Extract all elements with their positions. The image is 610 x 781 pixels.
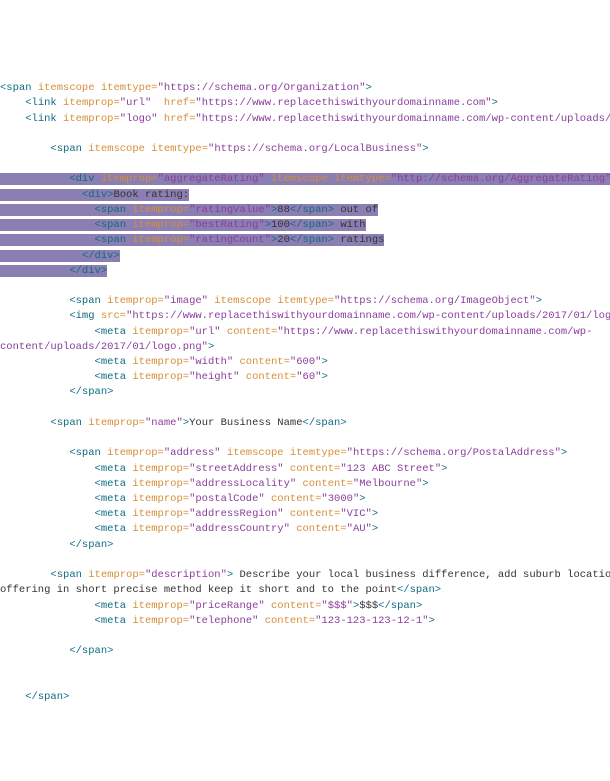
code-line bbox=[0, 660, 6, 672]
code-line: <span itemprop="image" itemscope itemtyp… bbox=[0, 295, 542, 307]
selection-highlight: <div itemprop="aggregateRating" itemscop… bbox=[0, 173, 610, 185]
code-line bbox=[0, 630, 6, 642]
code-line: <meta itemprop="addressRegion" content="… bbox=[0, 508, 378, 520]
code-line bbox=[0, 432, 6, 444]
code-line: offering in short precise method keep it… bbox=[0, 584, 441, 596]
highlighted-block: <div itemprop="aggregateRating" itemscop… bbox=[0, 173, 610, 276]
code-line: <link itemprop="logo" href="https://www.… bbox=[0, 113, 610, 125]
code-line: <span itemscope itemtype="https://schema… bbox=[0, 82, 372, 94]
code-line: <span itemscope itemtype="https://schema… bbox=[0, 143, 429, 155]
code-block: <span itemscope itemtype="https://schema… bbox=[0, 66, 610, 705]
code-line: <meta itemprop="addressCountry" content=… bbox=[0, 523, 378, 535]
code-line: </span> bbox=[0, 645, 113, 657]
code-line: </span> bbox=[0, 539, 113, 551]
code-line bbox=[0, 280, 6, 292]
code-line: <meta itemprop="width" content="600"> bbox=[0, 356, 328, 368]
code-line: <meta itemprop="postalCode" content="300… bbox=[0, 493, 366, 505]
code-line bbox=[0, 402, 6, 414]
code-line: <meta itemprop="streetAddress" content="… bbox=[0, 463, 447, 475]
code-line: <span itemprop="name">Your Business Name… bbox=[0, 417, 347, 429]
code-line: </span> bbox=[0, 386, 113, 398]
code-line: <span itemprop="address" itemscope itemt… bbox=[0, 447, 567, 459]
code-line: <span itemprop="description"> Describe y… bbox=[0, 569, 610, 581]
code-line: <link itemprop="url" href="https://www.r… bbox=[0, 97, 498, 109]
code-line: <meta itemprop="telephone" content="123-… bbox=[0, 615, 435, 627]
code-line bbox=[0, 158, 6, 170]
code-line: content/uploads/2017/01/logo.png"> bbox=[0, 341, 214, 353]
code-line bbox=[0, 128, 6, 140]
code-line bbox=[0, 554, 6, 566]
code-line: <meta itemprop="height" content="60"> bbox=[0, 371, 328, 383]
code-line: <meta itemprop="priceRange" content="$$$… bbox=[0, 600, 422, 612]
code-line bbox=[0, 676, 6, 688]
code-line: <img src="https://www.replacethiswithyou… bbox=[0, 310, 610, 322]
code-line: <meta itemprop="url" content="https://ww… bbox=[0, 326, 592, 338]
code-line: </span> bbox=[0, 691, 69, 703]
code-line: <meta itemprop="addressLocality" content… bbox=[0, 478, 429, 490]
